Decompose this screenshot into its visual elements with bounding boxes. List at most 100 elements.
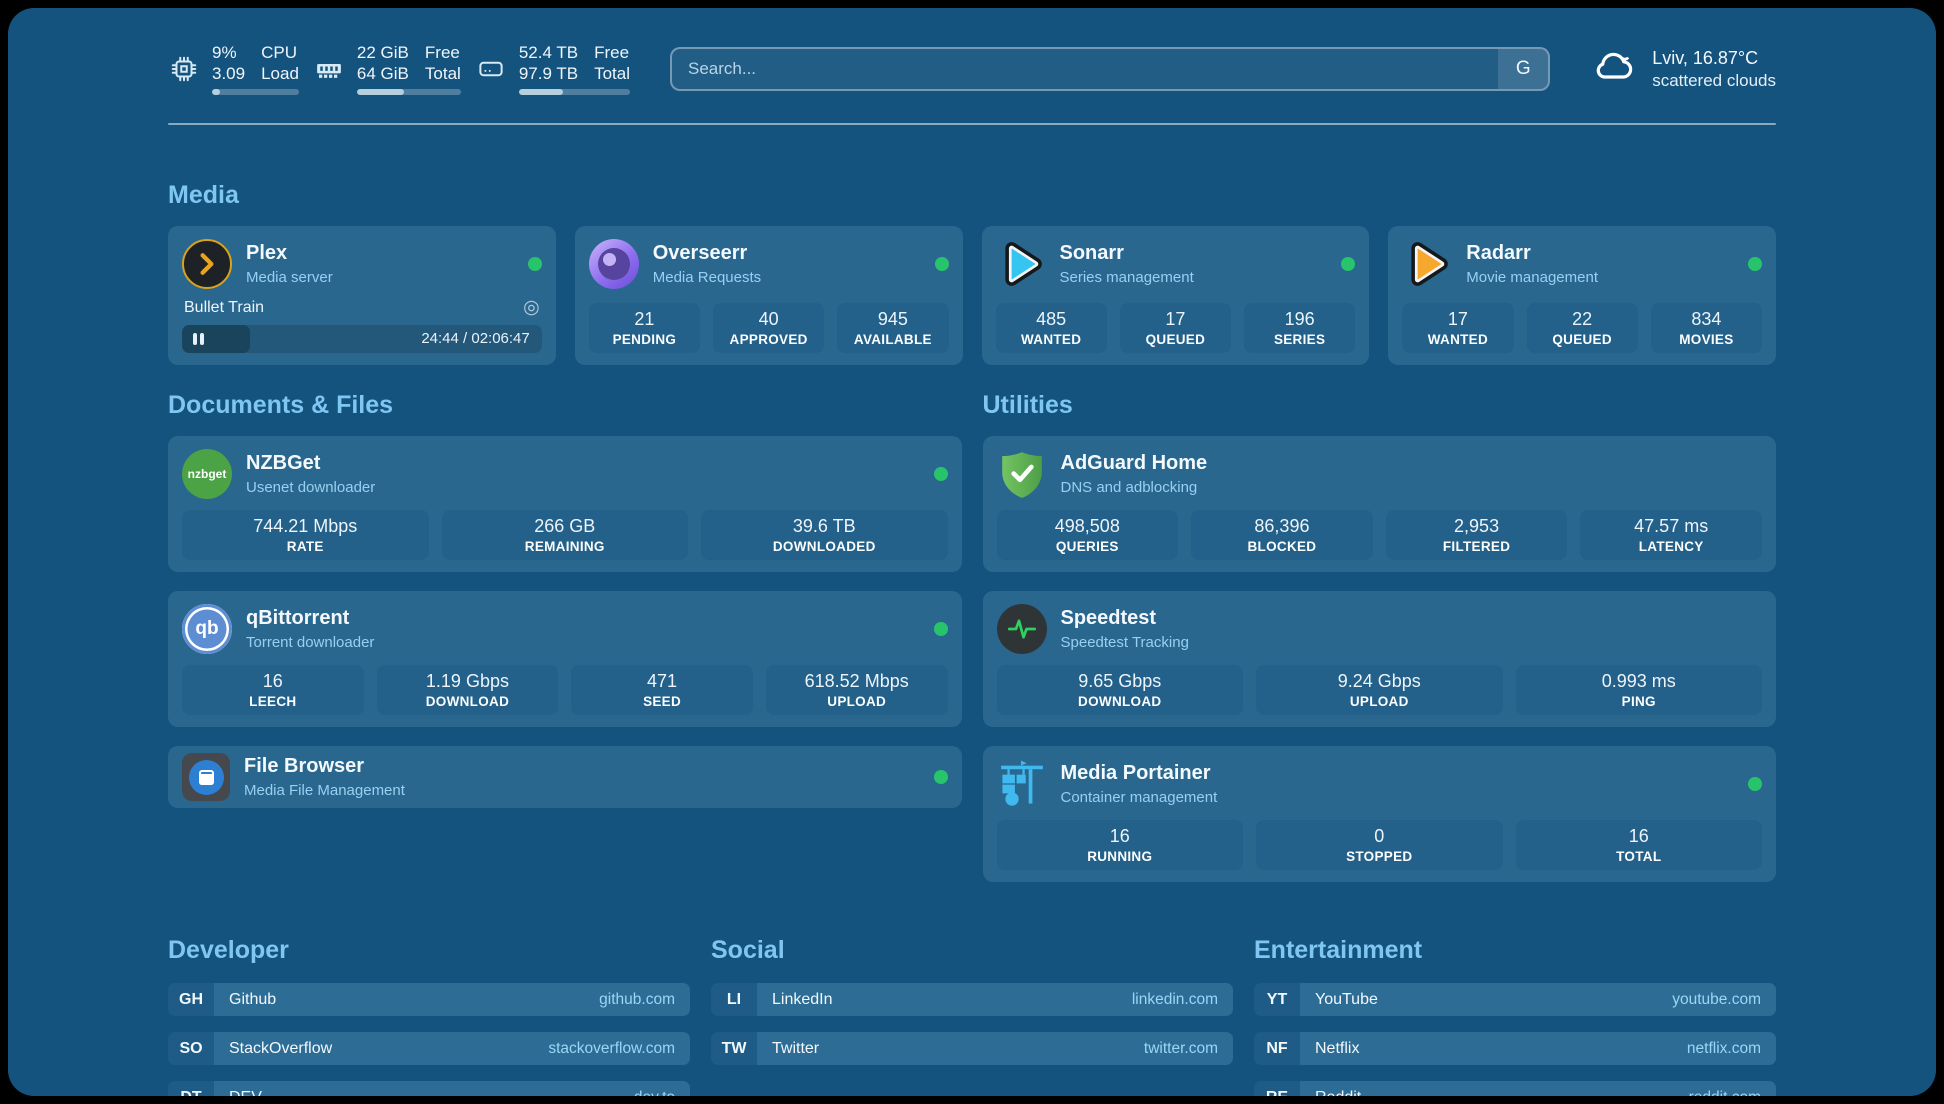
link-domain: twitter.com (1144, 1040, 1218, 1058)
stat-value: 16 (1003, 825, 1238, 848)
developer-links-section: Developer GH Github github.com SO StackO… (168, 936, 690, 1096)
stat-box: 9.24 Gbps UPLOAD (1256, 665, 1503, 715)
status-dot (935, 257, 949, 271)
stat-label: DOWNLOADED (707, 538, 942, 555)
disk-progress-fill (519, 89, 563, 95)
stat-box: 16 TOTAL (1516, 820, 1763, 870)
speedtest-card[interactable]: Speedtest Speedtest Tracking 9.65 Gbps D… (983, 591, 1777, 727)
stat-label: UPLOAD (1262, 693, 1497, 710)
link-domain: dev.to (634, 1089, 675, 1097)
stat-label: RATE (188, 538, 423, 555)
card-title: qBittorrent (246, 606, 920, 631)
system-stats: 9% 3.09 CPU Load (168, 42, 630, 95)
cpu-stat: 9% 3.09 CPU Load (168, 42, 299, 95)
stat-label: LEECH (188, 693, 358, 710)
stat-box: 744.21 Mbps RATE (182, 510, 429, 560)
stat-label: RUNNING (1003, 848, 1238, 865)
stat-label: SEED (577, 693, 747, 710)
link-twitter[interactable]: TW Twitter twitter.com (711, 1032, 1233, 1065)
social-links-section: Social LI LinkedIn linkedin.com TW Twitt… (711, 936, 1233, 1096)
link-github[interactable]: GH Github github.com (168, 983, 690, 1016)
search-provider-button[interactable]: G (1498, 49, 1548, 89)
memory-stat: 22 GiB 64 GiB Free Total (313, 42, 461, 95)
dashboard-page: 9% 3.09 CPU Load (8, 8, 1936, 1096)
stat-label: PING (1522, 693, 1757, 710)
link-abbr: YT (1254, 983, 1300, 1016)
utilities-section-title: Utilities (983, 391, 1777, 420)
memory-progress-bar (357, 89, 461, 95)
link-abbr: TW (711, 1032, 757, 1065)
card-title: File Browser (244, 754, 920, 779)
social-section-title: Social (711, 936, 1233, 965)
overseerr-card[interactable]: Overseerr Media Requests 21 PENDING 40 A… (575, 226, 963, 365)
status-dot (528, 257, 542, 271)
adguard-icon (997, 449, 1047, 499)
stat-label: TOTAL (1522, 848, 1757, 865)
card-title: Speedtest (1061, 606, 1763, 631)
stat-value: 0.993 ms (1522, 670, 1757, 693)
stat-label: WANTED (1408, 331, 1507, 348)
stat-label: BLOCKED (1197, 538, 1367, 555)
settings-icon[interactable]: ◎ (523, 298, 540, 317)
radarr-card[interactable]: Radarr Movie management 17 WANTED 22 QUE… (1388, 226, 1776, 365)
pause-icon[interactable] (193, 333, 204, 345)
search-bar: G (670, 47, 1550, 91)
status-dot (1748, 777, 1762, 791)
stat-label: UPLOAD (772, 693, 942, 710)
playback-time: 24:44 / 02:06:47 (421, 325, 529, 353)
utilities-section: Utilities (983, 391, 1777, 882)
nzbget-card[interactable]: nzbget NZBGet Usenet downloader 744.21 M… (168, 436, 962, 572)
stat-box: 47.57 ms LATENCY (1580, 510, 1762, 560)
link-abbr: LI (711, 983, 757, 1016)
stat-value: 834 (1657, 308, 1756, 331)
filebrowser-card[interactable]: File Browser Media File Management (168, 746, 962, 808)
stat-value: 16 (1522, 825, 1757, 848)
plex-icon (182, 239, 232, 289)
link-abbr: NF (1254, 1032, 1300, 1065)
stat-value: 485 (1002, 308, 1101, 331)
cpu-progress-bar (212, 89, 299, 95)
sonarr-card[interactable]: Sonarr Series management 485 WANTED 17 Q… (982, 226, 1370, 365)
weather-widget[interactable]: Lviv, 16.87°C scattered clouds (1590, 42, 1776, 95)
disk-free-value: 52.4 TB (519, 42, 578, 63)
overseerr-icon (589, 239, 639, 289)
cpu-load-value: 3.09 (212, 63, 245, 84)
link-reddit[interactable]: RE Reddit reddit.com (1254, 1081, 1776, 1096)
entertainment-section-title: Entertainment (1254, 936, 1776, 965)
link-linkedin[interactable]: LI LinkedIn linkedin.com (711, 983, 1233, 1016)
disk-progress-bar (519, 89, 630, 95)
plex-card[interactable]: Plex Media server Bullet Train ◎ (168, 226, 556, 365)
memory-free-label: Free (425, 42, 461, 63)
playback-progress-bar[interactable]: 24:44 / 02:06:47 (182, 325, 542, 353)
link-domain: github.com (599, 991, 675, 1009)
disk-icon (475, 53, 507, 85)
stat-value: 471 (577, 670, 747, 693)
stat-box: 0 STOPPED (1256, 820, 1503, 870)
card-subtitle: Movie management (1466, 268, 1734, 287)
stat-value: 618.52 Mbps (772, 670, 942, 693)
stat-value: 17 (1408, 308, 1507, 331)
link-stackoverflow[interactable]: SO StackOverflow stackoverflow.com (168, 1032, 690, 1065)
stat-box: 0.993 ms PING (1516, 665, 1763, 715)
stat-box: 471 SEED (571, 665, 753, 715)
developer-section-title: Developer (168, 936, 690, 965)
stat-value: 21 (595, 308, 694, 331)
adguard-card[interactable]: AdGuard Home DNS and adblocking 498,508 … (983, 436, 1777, 572)
link-netflix[interactable]: NF Netflix netflix.com (1254, 1032, 1776, 1065)
stat-box: 40 APPROVED (713, 303, 824, 353)
documents-section-title: Documents & Files (168, 391, 962, 420)
memory-icon (313, 53, 345, 85)
media-section: Media Plex Media server (168, 181, 1776, 365)
link-dev[interactable]: DT DEV dev.to (168, 1081, 690, 1096)
stat-label: REMAINING (448, 538, 683, 555)
stat-label: DOWNLOAD (1003, 693, 1238, 710)
stat-box: 39.6 TB DOWNLOADED (701, 510, 948, 560)
card-subtitle: Media File Management (244, 781, 920, 800)
stat-value: 86,396 (1197, 515, 1367, 538)
qbittorrent-card[interactable]: qb qBittorrent Torrent downloader 16 LEE… (168, 591, 962, 727)
stat-label: LATENCY (1586, 538, 1756, 555)
card-title: AdGuard Home (1061, 451, 1763, 476)
search-input[interactable] (672, 49, 1498, 89)
link-youtube[interactable]: YT YouTube youtube.com (1254, 983, 1776, 1016)
portainer-card[interactable]: Media Portainer Container management 16 … (983, 746, 1777, 882)
